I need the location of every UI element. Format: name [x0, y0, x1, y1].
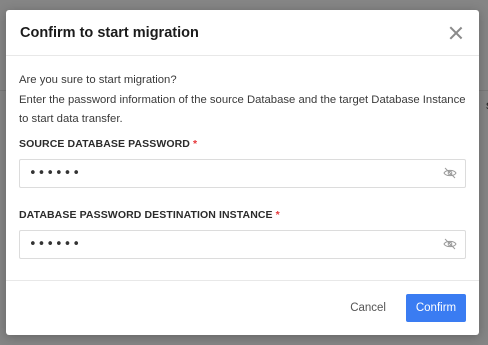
source-password-label: SOURCE DATABASE PASSWORD *	[19, 138, 466, 152]
eye-off-icon[interactable]	[443, 167, 457, 179]
source-password-label-text: SOURCE DATABASE PASSWORD	[19, 137, 190, 150]
destination-password-label-text: DATABASE PASSWORD DESTINATION INSTANCE	[19, 208, 273, 221]
destination-password-label: DATABASE PASSWORD DESTINATION INSTANCE *	[19, 209, 466, 223]
dialog-description-line1: Are you sure to start migration?	[19, 74, 177, 86]
destination-password-field[interactable]	[19, 229, 466, 259]
required-mark: *	[275, 208, 280, 221]
cancel-button[interactable]: Cancel	[340, 294, 396, 322]
source-password-input[interactable]	[29, 165, 409, 181]
required-mark: *	[193, 137, 198, 150]
dialog-footer: Cancel Confirm	[6, 280, 479, 335]
source-password-field[interactable]	[19, 158, 466, 188]
dialog-title: Confirm to start migration	[20, 24, 199, 41]
dialog-header: Confirm to start migration	[6, 10, 479, 56]
confirm-migration-dialog: Confirm to start migration Are you sure …	[6, 10, 479, 335]
confirm-button[interactable]: Confirm	[406, 294, 466, 322]
close-icon[interactable]	[447, 24, 465, 42]
eye-off-icon[interactable]	[443, 238, 457, 250]
dialog-body: Are you sure to start migration? Enter t…	[6, 56, 479, 259]
dialog-description-line2: Enter the password information of the so…	[19, 93, 466, 126]
destination-password-input[interactable]	[29, 236, 409, 252]
